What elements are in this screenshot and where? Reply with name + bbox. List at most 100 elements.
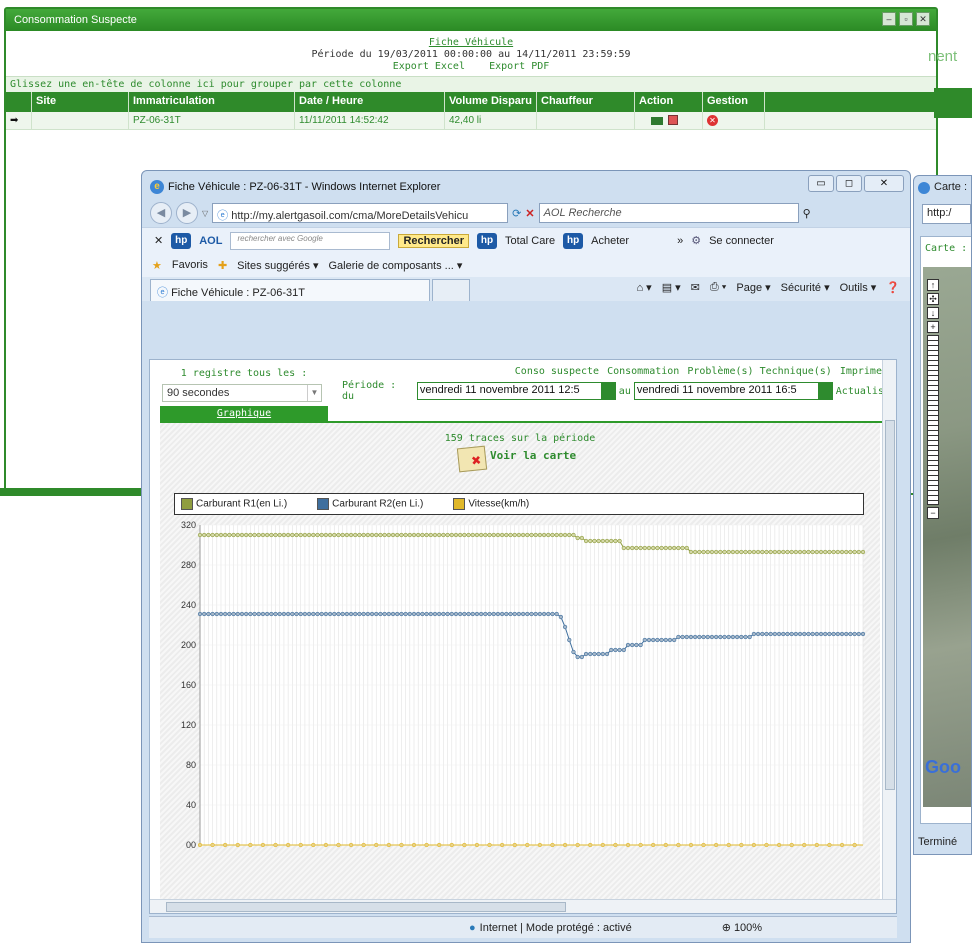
vertical-scroll-thumb[interactable] — [885, 420, 895, 790]
hp-logo-icon[interactable]: hp — [171, 232, 192, 249]
data-point — [642, 637, 647, 643]
pan-up-icon[interactable]: ↑ — [927, 279, 939, 291]
export-excel-link[interactable]: Export Excel — [393, 61, 465, 72]
cell-site — [32, 112, 129, 129]
delete-icon[interactable]: ✕ — [707, 115, 718, 126]
ie-close-button[interactable]: ✕ — [864, 175, 904, 192]
ie-minimize-button[interactable]: ▭ — [808, 175, 834, 192]
carte-address-bar[interactable]: http:/ — [922, 204, 971, 224]
print-icon[interactable]: ⎙ ▾ — [710, 281, 726, 294]
maximize-button[interactable]: ▫ — [899, 12, 913, 26]
close-button[interactable]: ✕ — [916, 12, 930, 26]
voir-carte-link[interactable]: Voir la carte — [490, 449, 576, 462]
feeds-icon[interactable]: ▤ ▾ — [662, 281, 681, 294]
tab-graphique[interactable]: Graphique — [160, 406, 328, 422]
data-point — [533, 532, 538, 538]
column-header-volume[interactable]: Volume Disparu — [445, 92, 537, 112]
pan-down-icon[interactable]: ↓ — [927, 307, 939, 319]
data-point — [705, 549, 710, 555]
gear-icon[interactable]: ⚙ — [691, 234, 701, 247]
sites-suggeres-link[interactable]: Sites suggérés ▾ — [237, 259, 318, 272]
menu-conso-suspecte[interactable]: Conso suspecte — [515, 366, 599, 377]
stop-icon[interactable]: ✕ — [525, 207, 534, 220]
date-from-spinner[interactable] — [600, 383, 615, 399]
zoom-level[interactable]: 100% — [734, 922, 762, 934]
map-area[interactable]: Carte : ↑ ✣ ↓ + − Goo — [920, 236, 971, 824]
securite-menu[interactable]: Sécurité ▾ — [781, 281, 830, 294]
data-point — [365, 532, 370, 538]
zoom-out-icon[interactable]: − — [927, 507, 939, 519]
horizontal-scroll-thumb[interactable] — [166, 902, 566, 912]
export-pdf-link[interactable]: Export PDF — [489, 61, 549, 72]
chevron-right-icon[interactable]: » — [677, 235, 683, 247]
fiche-vehicule-link[interactable]: Fiche Véhicule — [429, 37, 513, 48]
search-input[interactable]: AOL Recherche — [538, 203, 799, 223]
menu-imprimer[interactable]: Imprimer — [840, 366, 888, 377]
data-point — [218, 611, 224, 617]
dropdown-icon[interactable]: ▽ — [202, 209, 208, 218]
data-point — [374, 842, 379, 848]
minimize-button[interactable]: – — [882, 12, 896, 26]
aol-button[interactable]: AOL — [199, 235, 222, 247]
ie-maximize-button[interactable]: ◻ — [836, 175, 862, 192]
hp-acheter-icon[interactable]: hp — [563, 232, 584, 249]
mail-icon[interactable]: ✉ — [691, 281, 700, 294]
zoom-icon[interactable]: ⊕ — [722, 921, 731, 934]
forward-icon[interactable]: ▶ — [176, 202, 198, 224]
truck-icon[interactable] — [651, 117, 663, 125]
zoom-in-icon[interactable]: + — [927, 321, 939, 333]
menu-problemes[interactable]: Problème(s) Technique(s) — [687, 366, 832, 377]
acheter-button[interactable]: Acheter — [591, 235, 629, 247]
rechercher-button[interactable]: Rechercher — [398, 233, 469, 248]
data-point — [802, 549, 807, 555]
table-row[interactable]: ➡ PZ-06-31T 11/11/2011 14:52:42 42,40 li… — [6, 112, 936, 130]
group-by-hint[interactable]: Glissez une en-tête de colonne ici pour … — [6, 76, 936, 92]
date-to-input[interactable]: vendredi 11 novembre 2011 16:5 — [633, 382, 833, 400]
date-to-spinner[interactable] — [817, 383, 832, 399]
data-point — [760, 631, 765, 637]
chevron-down-icon[interactable]: ▼ — [307, 385, 321, 401]
help-icon[interactable]: ❓ — [886, 281, 900, 294]
date-from-input[interactable]: vendredi 11 novembre 2011 12:5 — [416, 382, 616, 400]
data-point — [751, 549, 756, 555]
data-point — [290, 532, 295, 538]
total-care-button[interactable]: Total Care — [505, 235, 555, 247]
address-bar[interactable]: ⓔ http://my.alertgasoil.com/cma/MoreDeta… — [212, 203, 509, 223]
data-point — [613, 538, 618, 544]
column-header-immatriculation[interactable]: Immatriculation — [129, 92, 295, 112]
horizontal-scrollbar[interactable] — [150, 899, 896, 913]
refresh-icon[interactable]: ⟳ — [512, 207, 521, 220]
column-header-date[interactable]: Date / Heure — [295, 92, 445, 112]
map-icon[interactable] — [456, 445, 488, 473]
page-menu[interactable]: Page ▾ — [736, 281, 770, 294]
se-connecter-button[interactable]: Se connecter — [709, 235, 774, 247]
data-point — [609, 647, 614, 653]
add-favorite-icon[interactable]: ✚ — [218, 259, 227, 272]
calendar-icon[interactable] — [667, 115, 678, 125]
pan-center-icon[interactable]: ✣ — [927, 293, 939, 305]
interval-select[interactable]: 90 secondes ▼ — [162, 384, 322, 402]
outils-menu[interactable]: Outils ▾ — [840, 281, 877, 294]
zoom-slider[interactable] — [927, 335, 939, 505]
vertical-scrollbar[interactable] — [882, 360, 896, 913]
address-text: http://my.alertgasoil.com/cma/MoreDetail… — [231, 210, 469, 222]
toolbar-close-icon[interactable]: ✕ — [154, 234, 163, 247]
home-icon[interactable]: ⌂ ▾ — [636, 281, 651, 294]
back-icon[interactable]: ◀ — [150, 202, 172, 224]
search-icon[interactable]: ⚲ — [803, 207, 811, 220]
galerie-link[interactable]: Galerie de composants ... ▾ — [329, 259, 463, 272]
hp-total-care-icon[interactable]: hp — [477, 232, 497, 249]
star-icon[interactable]: ★ — [152, 259, 162, 272]
column-header-action[interactable]: Action — [635, 92, 703, 112]
map-zoom-control[interactable]: ↑ ✣ ↓ + − — [927, 279, 941, 521]
column-header-site[interactable]: Site — [32, 92, 129, 112]
google-search-box[interactable]: rechercher avec Google — [230, 231, 391, 250]
favoris-button[interactable]: Favoris — [172, 259, 208, 271]
column-header-chauffeur[interactable]: Chauffeur — [537, 92, 635, 112]
tab-fiche-vehicule[interactable]: ⓔ Fiche Véhicule : PZ-06-31T — [150, 279, 430, 301]
data-point — [575, 654, 580, 660]
new-tab-button[interactable] — [432, 279, 470, 301]
menu-consommation[interactable]: Consommation — [607, 366, 679, 377]
column-header-gestion[interactable]: Gestion — [703, 92, 765, 112]
data-point — [466, 611, 471, 617]
